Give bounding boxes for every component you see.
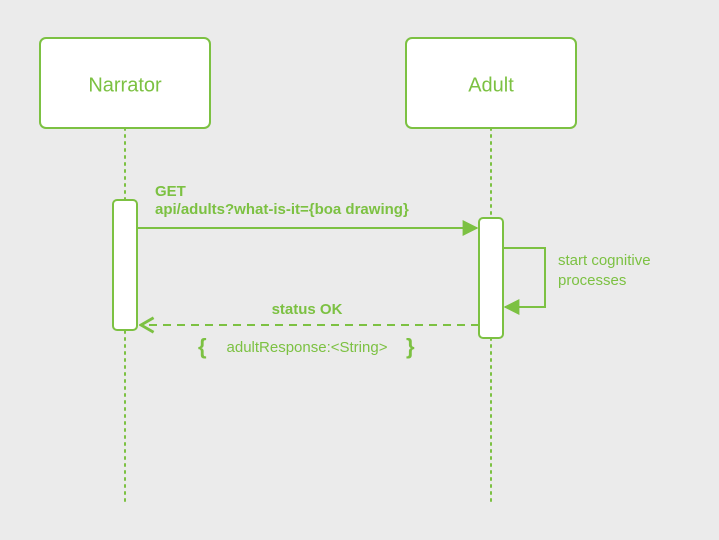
actor-label-narrator: Narrator [88, 74, 162, 96]
self-message-arrow [503, 248, 545, 307]
actor-label-adult: Adult [468, 74, 514, 96]
brace-close: } [406, 334, 415, 359]
self-message-line1: start cognitive [558, 252, 651, 269]
self-message-line2: processes [558, 272, 626, 289]
brace-open: { [198, 334, 207, 359]
request-line1: GET [155, 183, 186, 200]
request-line2: api/adults?what-is-it={boa drawing} [155, 201, 409, 218]
activation-adult [479, 218, 503, 338]
activation-narrator [113, 200, 137, 330]
response-body: adultResponse:<String> [227, 339, 388, 356]
response-label: status OK [272, 301, 343, 318]
